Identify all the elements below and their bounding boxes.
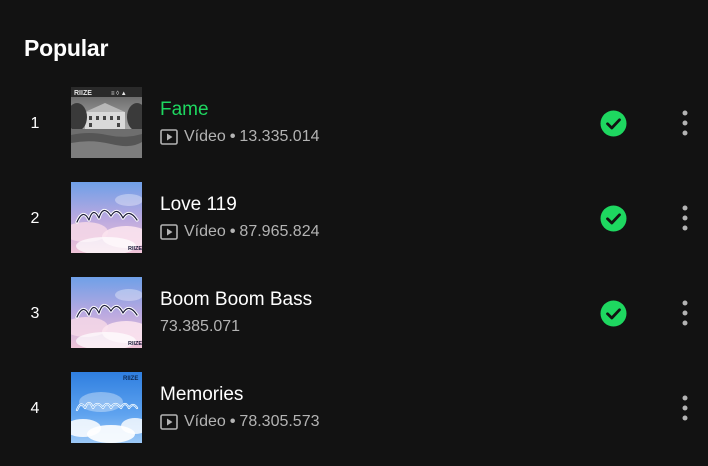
album-cover[interactable]: RIIZE <box>71 277 142 348</box>
cover-logo-text: RIIZE <box>128 246 142 252</box>
more-vertical-icon <box>682 205 688 231</box>
play-count: 78.305.573 <box>239 413 320 430</box>
video-label: Vídeo <box>184 223 226 240</box>
check-circle-icon <box>600 205 627 232</box>
meta-separator: • <box>229 128 236 145</box>
track-meta: Vídeo • 78.305.573 <box>160 411 320 433</box>
video-label: Vídeo <box>184 413 226 430</box>
check-circle-icon <box>600 110 627 137</box>
popular-section: Popular 1 RIIZE ≡ ◊ ▲ Fame Vídeo • 13.33… <box>0 0 708 466</box>
track-title[interactable]: Fame <box>160 97 209 123</box>
cover-logo-text: RIIZE <box>74 90 92 97</box>
track-number: 1 <box>30 115 40 132</box>
video-icon <box>160 414 178 430</box>
check-circle-icon <box>600 300 627 327</box>
video-icon <box>160 129 178 145</box>
saved-check-button[interactable] <box>600 300 627 327</box>
track-row[interactable]: 4 RIIZE Memories Vídeo • 78.305.573 <box>0 361 708 456</box>
section-title: Popular <box>24 35 109 61</box>
track-row[interactable]: 2 RIIZE Love 119 Vídeo • 87.965.824 <box>0 171 708 266</box>
track-row[interactable]: 3 RIIZE Boom Boom Bass 73.385.071 <box>0 266 708 361</box>
video-icon <box>160 224 178 240</box>
more-options-button[interactable] <box>672 203 698 233</box>
track-number: 3 <box>30 305 40 322</box>
more-options-button[interactable] <box>672 393 698 423</box>
meta-separator: • <box>229 223 236 240</box>
video-label: Vídeo <box>184 128 226 145</box>
play-count: 73.385.071 <box>160 318 241 335</box>
cover-logo-text: RIIZE <box>128 341 142 347</box>
more-options-button[interactable] <box>672 298 698 328</box>
track-row[interactable]: 1 RIIZE ≡ ◊ ▲ Fame Vídeo • 13.335.014 <box>0 76 708 171</box>
album-cover[interactable]: RIIZE <box>71 182 142 253</box>
track-number: 4 <box>30 400 40 417</box>
more-vertical-icon <box>682 300 688 326</box>
saved-check-button[interactable] <box>600 205 627 232</box>
track-meta: Vídeo • 87.965.824 <box>160 221 320 243</box>
saved-check-button[interactable] <box>600 110 627 137</box>
album-cover[interactable]: RIIZE <box>71 372 142 443</box>
track-meta: 73.385.071 <box>160 316 240 338</box>
play-count: 13.335.014 <box>239 128 320 145</box>
track-title[interactable]: Boom Boom Bass <box>160 287 312 313</box>
more-vertical-icon <box>682 110 688 136</box>
tracklist: 1 RIIZE ≡ ◊ ▲ Fame Vídeo • 13.335.014 2 … <box>0 76 708 456</box>
play-count: 87.965.824 <box>239 223 320 240</box>
track-number: 2 <box>30 210 40 227</box>
more-options-button[interactable] <box>672 108 698 138</box>
track-title[interactable]: Memories <box>160 382 243 408</box>
cover-logo-text: RIIZE <box>123 376 138 382</box>
more-vertical-icon <box>682 395 688 421</box>
meta-separator: • <box>229 413 236 430</box>
album-cover[interactable]: RIIZE ≡ ◊ ▲ <box>71 87 142 158</box>
track-meta: Vídeo • 13.335.014 <box>160 126 320 148</box>
svg-text:≡ ◊ ▲: ≡ ◊ ▲ <box>111 90 127 97</box>
track-title[interactable]: Love 119 <box>160 192 237 218</box>
